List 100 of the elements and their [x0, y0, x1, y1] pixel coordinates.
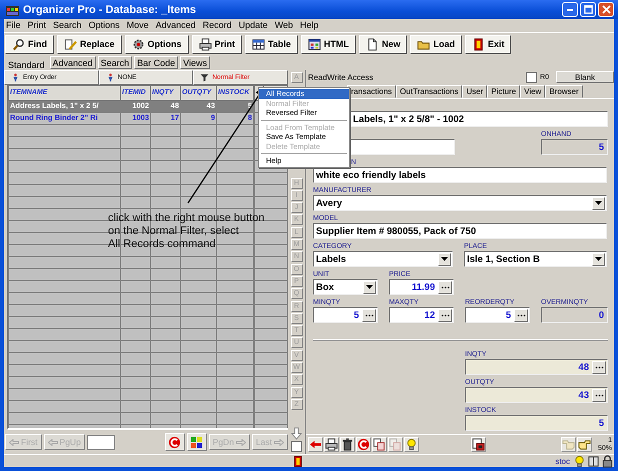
dropdown[interactable]: Avery — [313, 195, 607, 211]
maximize-icon — [584, 5, 592, 14]
ellipsis-button[interactable] — [592, 360, 606, 374]
table-icon — [252, 38, 266, 51]
menu-item[interactable]: Print — [28, 20, 46, 30]
menu-item[interactable]: Help — [300, 20, 319, 30]
maximize-button[interactable] — [580, 2, 596, 17]
dots-icon — [440, 314, 450, 316]
menu-item[interactable]: Record — [202, 20, 232, 30]
readonly-field: 5 — [541, 139, 608, 155]
dropdown-button[interactable] — [592, 196, 605, 210]
record-number-field[interactable] — [86, 434, 115, 450]
tab[interactable]: View — [520, 85, 546, 98]
ellipsis-button[interactable] — [438, 280, 452, 294]
search-icon — [12, 38, 25, 51]
toolbar-button[interactable]: Table — [245, 34, 298, 54]
window-title: Organizer Pro - Database: _Items — [23, 4, 198, 16]
tab[interactable]: Standard — [5, 56, 48, 70]
tab[interactable]: Search — [98, 56, 132, 70]
dropdown[interactable]: Labels — [313, 251, 453, 267]
ellipsis-button[interactable] — [362, 308, 376, 322]
tab[interactable]: OutTransactions — [396, 85, 462, 98]
door-icon — [292, 454, 304, 468]
text-field[interactable]: white eco friendly labels — [313, 167, 607, 183]
menu-item[interactable]: Options — [88, 20, 120, 30]
funnel-icon — [200, 72, 210, 82]
toolbar-button[interactable] — [186, 433, 207, 452]
caret-icon — [366, 285, 373, 289]
menu-item[interactable]: Web — [274, 20, 294, 30]
dropdown[interactable]: Isle 1, Section B — [464, 251, 607, 267]
caret-icon — [441, 257, 448, 261]
dropdown[interactable]: Box — [313, 279, 378, 295]
readonly-field: 0 — [541, 307, 608, 323]
menu-item[interactable]: Search — [53, 20, 82, 30]
toolbar-button[interactable]: New — [358, 34, 408, 54]
tab[interactable]: Picture — [487, 85, 520, 98]
text-field[interactable]: Supplier Item # 980055, Pack of 750 — [313, 223, 607, 239]
down-arrow-icon — [290, 426, 303, 440]
grid-window-icon — [308, 38, 321, 51]
close-icon — [602, 5, 610, 14]
number-field[interactable]: 12 — [389, 307, 454, 323]
book-icon — [587, 454, 600, 468]
ellipsis-button[interactable] — [514, 308, 528, 322]
dropdown-button[interactable] — [363, 280, 376, 294]
menu-item[interactable]: Advanced — [156, 20, 196, 30]
readonly-field: 5 — [465, 415, 608, 431]
left-arrow-icon — [48, 438, 58, 446]
color-grid-icon — [190, 436, 204, 449]
menu-item[interactable]: File — [6, 20, 21, 30]
menu-item[interactable]: Move — [126, 20, 149, 30]
tab[interactable]: Browser — [545, 85, 583, 98]
down-button[interactable] — [290, 426, 304, 440]
lock-icon — [601, 454, 614, 468]
document-icon — [366, 38, 379, 51]
tab[interactable]: Advanced — [50, 56, 96, 70]
dots-icon — [440, 286, 450, 288]
toolbar-button[interactable]: HTML — [300, 34, 356, 54]
minimize-icon — [567, 8, 573, 10]
checkbox[interactable] — [526, 72, 538, 82]
toolbar-button[interactable]: Find — [5, 34, 54, 54]
number-field[interactable]: 11.99 — [389, 279, 454, 295]
right-arrow-icon — [274, 438, 284, 446]
number-field[interactable]: 5 — [313, 307, 378, 323]
dots-icon — [594, 394, 604, 396]
dropdown-button[interactable] — [592, 252, 605, 266]
dots-icon — [364, 314, 374, 316]
number-field[interactable]: 5 — [465, 307, 530, 323]
right-arrow-icon — [236, 438, 246, 446]
tab[interactable]: User — [462, 85, 488, 98]
left-arrow-icon — [9, 438, 19, 446]
status-text: stoc — [555, 456, 570, 466]
caret-icon — [595, 201, 602, 205]
app-icon — [6, 4, 19, 16]
toolbar-button[interactable]: Options — [124, 34, 189, 54]
lightbulb-icon — [573, 454, 586, 468]
dots-icon — [594, 366, 604, 368]
toolbar-button[interactable]: Load — [410, 34, 462, 54]
door-icon — [472, 38, 485, 51]
dropdown-button[interactable] — [438, 252, 451, 266]
ellipsis-button[interactable] — [592, 388, 606, 402]
tab[interactable]: Views — [180, 56, 210, 70]
ellipsis-button[interactable] — [438, 308, 452, 322]
blank-button[interactable]: Blank — [556, 71, 614, 83]
text-field[interactable]: Labels, 1" x 2 5/8" - 1002 — [350, 111, 608, 127]
toolbar-button[interactable]: Replace — [57, 34, 122, 54]
tab[interactable]: ransactions — [347, 85, 396, 98]
menu-item[interactable]: Update — [238, 20, 268, 30]
access-label: ReadWrite Access — [308, 72, 374, 82]
readonly-field: 43 — [465, 387, 608, 403]
minimize-button[interactable] — [562, 2, 578, 17]
toolbar-button[interactable]: Exit — [464, 34, 512, 54]
person-icon — [106, 72, 115, 82]
checkbox[interactable] — [291, 441, 302, 452]
document-pencil-icon — [64, 38, 77, 51]
close-button[interactable] — [598, 2, 614, 17]
printer-icon — [198, 38, 212, 51]
person-icon — [11, 72, 20, 82]
toolbar-button[interactable]: Print — [192, 34, 242, 54]
caret-icon — [595, 257, 602, 261]
tab[interactable]: Bar Code — [134, 56, 178, 70]
